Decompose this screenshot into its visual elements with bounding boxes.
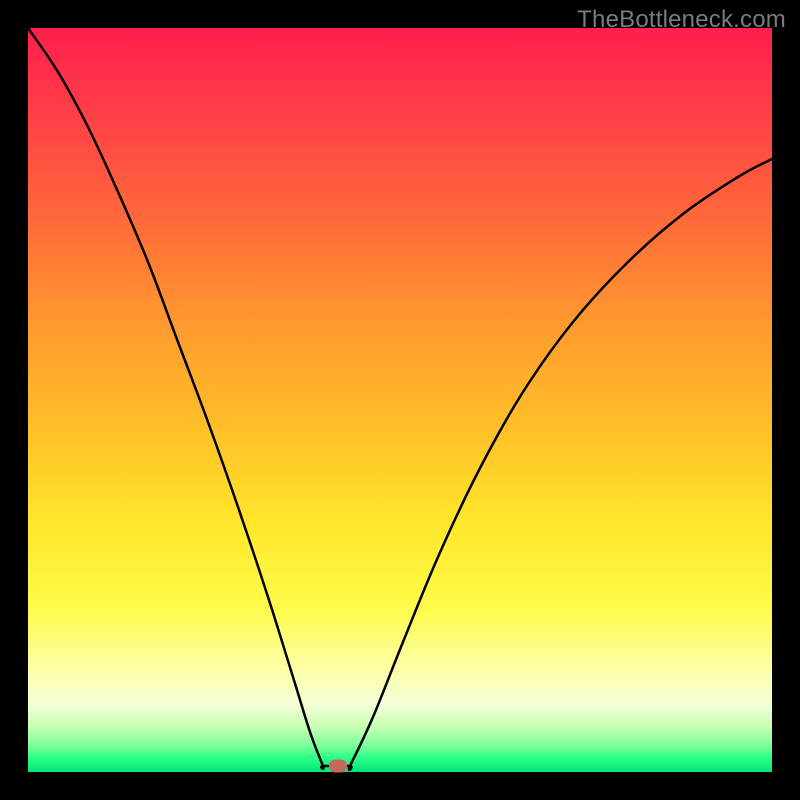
bottleneck-curve [28,28,772,772]
watermark-text: TheBottleneck.com [577,6,786,34]
chart-frame: TheBottleneck.com [0,0,800,800]
minimum-marker [329,760,347,773]
plot-area [28,28,772,772]
